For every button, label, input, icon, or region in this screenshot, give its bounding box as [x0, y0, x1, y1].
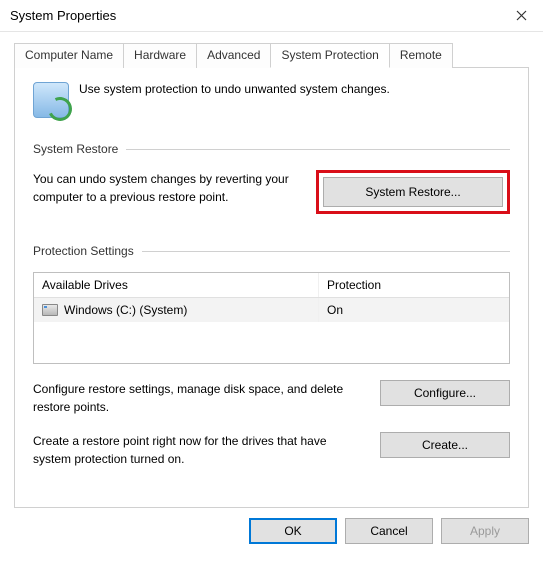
ok-button[interactable]: OK — [249, 518, 337, 544]
intro-text: Use system protection to undo unwanted s… — [79, 82, 390, 96]
highlight-annotation: System Restore... — [316, 170, 510, 214]
cancel-button[interactable]: Cancel — [345, 518, 433, 544]
close-icon — [516, 10, 527, 21]
create-row: Create a restore point right now for the… — [33, 432, 510, 468]
protection-settings-heading: Protection Settings — [33, 244, 134, 258]
create-description: Create a restore point right now for the… — [33, 432, 362, 468]
system-restore-heading-row: System Restore — [33, 142, 510, 156]
window-title: System Properties — [10, 8, 116, 23]
dialog-footer: OK Cancel Apply — [0, 508, 543, 558]
system-restore-row: You can undo system changes by reverting… — [33, 170, 510, 214]
apply-button[interactable]: Apply — [441, 518, 529, 544]
system-restore-heading: System Restore — [33, 142, 118, 156]
tab-system-protection[interactable]: System Protection — [270, 43, 389, 68]
drives-table-header: Available Drives Protection — [34, 273, 509, 298]
tab-hardware[interactable]: Hardware — [123, 43, 197, 68]
drive-name-label: Windows (C:) (System) — [64, 303, 187, 317]
drives-table: Available Drives Protection Windows (C:)… — [33, 272, 510, 364]
titlebar: System Properties — [0, 0, 543, 32]
create-button[interactable]: Create... — [380, 432, 510, 458]
divider-line — [126, 149, 510, 150]
divider-line — [142, 251, 510, 252]
tab-strip: Computer Name Hardware Advanced System P… — [14, 42, 529, 68]
configure-button[interactable]: Configure... — [380, 380, 510, 406]
column-header-drives[interactable]: Available Drives — [34, 273, 319, 297]
tab-advanced[interactable]: Advanced — [196, 43, 271, 68]
configure-description: Configure restore settings, manage disk … — [33, 380, 362, 416]
tab-computer-name[interactable]: Computer Name — [14, 43, 124, 68]
tab-remote[interactable]: Remote — [389, 43, 453, 68]
protection-settings-heading-row: Protection Settings — [33, 244, 510, 258]
close-button[interactable] — [499, 0, 543, 32]
drive-cell: Windows (C:) (System) — [34, 298, 319, 322]
drive-icon — [42, 304, 58, 316]
protection-cell: On — [319, 298, 509, 322]
system-restore-description: You can undo system changes by reverting… — [33, 170, 298, 206]
content-area: Computer Name Hardware Advanced System P… — [0, 32, 543, 508]
system-restore-button[interactable]: System Restore... — [323, 177, 503, 207]
tab-panel-system-protection: Use system protection to undo unwanted s… — [14, 68, 529, 508]
drives-table-body: Windows (C:) (System) On — [34, 298, 509, 363]
system-protection-icon — [33, 82, 69, 118]
intro-row: Use system protection to undo unwanted s… — [33, 82, 510, 118]
column-header-protection[interactable]: Protection — [319, 273, 509, 297]
configure-row: Configure restore settings, manage disk … — [33, 380, 510, 416]
table-row[interactable]: Windows (C:) (System) On — [34, 298, 509, 322]
